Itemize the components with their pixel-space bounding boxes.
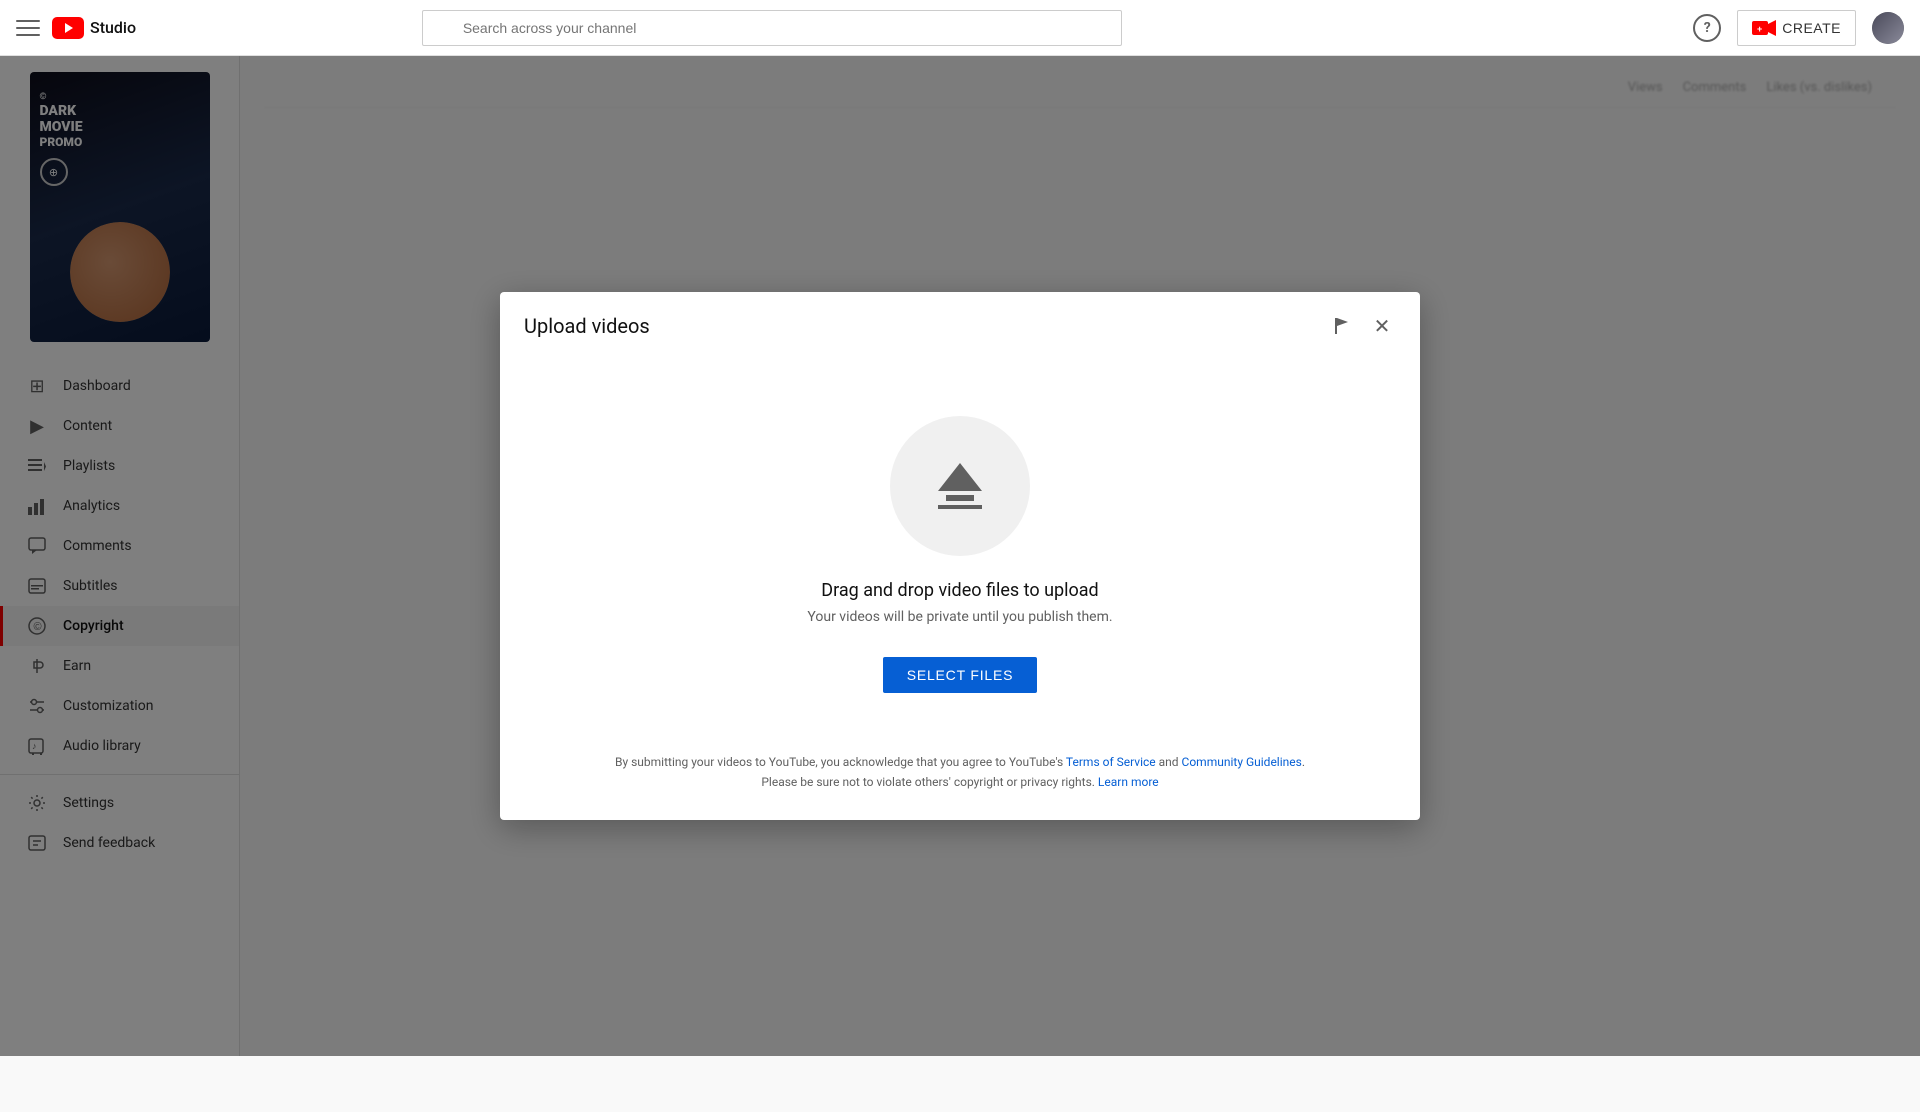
- modal-overlay[interactable]: Upload videos ✕: [0, 56, 1920, 1056]
- drag-drop-subtitle: Your videos will be private until you pu…: [807, 609, 1112, 625]
- youtube-logo-icon: [52, 17, 84, 39]
- search-wrapper: 🔍: [422, 10, 1122, 46]
- help-icon[interactable]: ?: [1693, 14, 1721, 42]
- modal-header-actions: ✕: [1328, 312, 1396, 340]
- upload-icon-circle: [890, 416, 1030, 556]
- arrow-shaft: [946, 495, 974, 501]
- menu-icon[interactable]: [16, 16, 40, 40]
- modal-close-button[interactable]: ✕: [1368, 312, 1396, 340]
- modal-header: Upload videos ✕: [500, 292, 1420, 356]
- select-files-button[interactable]: SELECT FILES: [883, 657, 1038, 693]
- studio-label: Studio: [90, 18, 136, 37]
- search-input[interactable]: [422, 10, 1122, 46]
- modal-body: Drag and drop video files to upload Your…: [500, 356, 1420, 733]
- drag-drop-title: Drag and drop video files to upload: [821, 580, 1098, 601]
- footer-privacy-text: Please be sure not to violate others' co…: [761, 775, 1098, 789]
- upload-arrow-icon: [938, 463, 982, 509]
- avatar-image: [1872, 12, 1904, 44]
- learn-more-link[interactable]: Learn more: [1098, 775, 1159, 789]
- upload-modal: Upload videos ✕: [500, 292, 1420, 819]
- avatar[interactable]: [1872, 12, 1904, 44]
- create-video-icon: +: [1752, 19, 1776, 37]
- modal-flag-button[interactable]: [1328, 312, 1356, 340]
- svg-text:+: +: [1757, 24, 1763, 34]
- header: Studio 🔍 ? + CREATE: [0, 0, 1920, 56]
- modal-title: Upload videos: [524, 314, 650, 338]
- guidelines-link[interactable]: Community Guidelines: [1182, 755, 1302, 769]
- close-icon: ✕: [1374, 314, 1391, 339]
- arrow-up: [938, 463, 982, 491]
- footer-and: and: [1156, 755, 1182, 769]
- header-right: ? + CREATE: [1693, 10, 1904, 46]
- terms-link[interactable]: Terms of Service: [1066, 755, 1156, 769]
- create-icon: +: [1752, 19, 1776, 37]
- header-left: Studio: [16, 16, 136, 40]
- search-area: 🔍: [422, 10, 1122, 46]
- logo-area: Studio: [52, 17, 136, 39]
- footer-text: By submitting your videos to YouTube, yo…: [540, 753, 1380, 791]
- create-button[interactable]: + CREATE: [1737, 10, 1856, 46]
- arrow-base: [938, 505, 982, 509]
- footer-text-before: By submitting your videos to YouTube, yo…: [615, 755, 1066, 769]
- create-label: CREATE: [1782, 20, 1841, 36]
- footer-text-after: .: [1302, 755, 1305, 769]
- flag-icon: [1332, 316, 1352, 336]
- modal-footer: By submitting your videos to YouTube, yo…: [500, 733, 1420, 819]
